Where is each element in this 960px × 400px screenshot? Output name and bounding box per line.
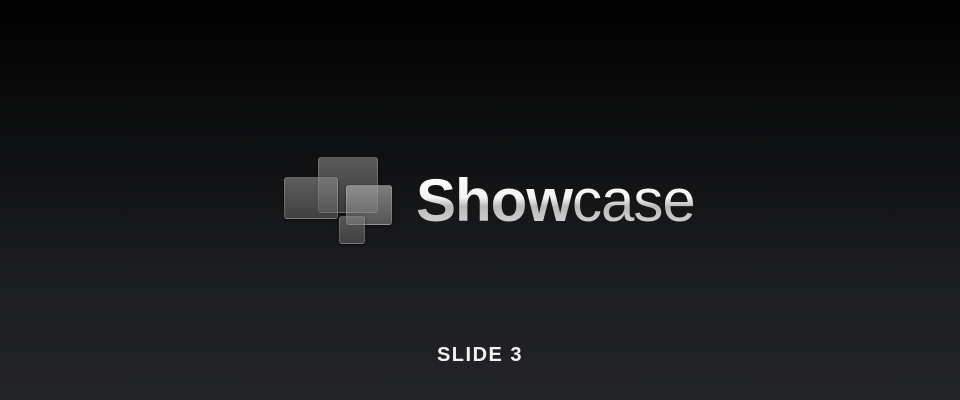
- logo-tile-left: [284, 177, 338, 219]
- brand-name-light: case: [572, 167, 695, 234]
- brand-wordmark: Showcase: [416, 166, 695, 236]
- brand-name-bold: Show: [416, 167, 572, 234]
- slide-label: SLIDE 3: [436, 344, 524, 366]
- logo-tile-small: [339, 216, 365, 244]
- overlapping-tiles-icon: [284, 154, 392, 246]
- slide-banner: Showcase SLIDE 3: [0, 0, 960, 400]
